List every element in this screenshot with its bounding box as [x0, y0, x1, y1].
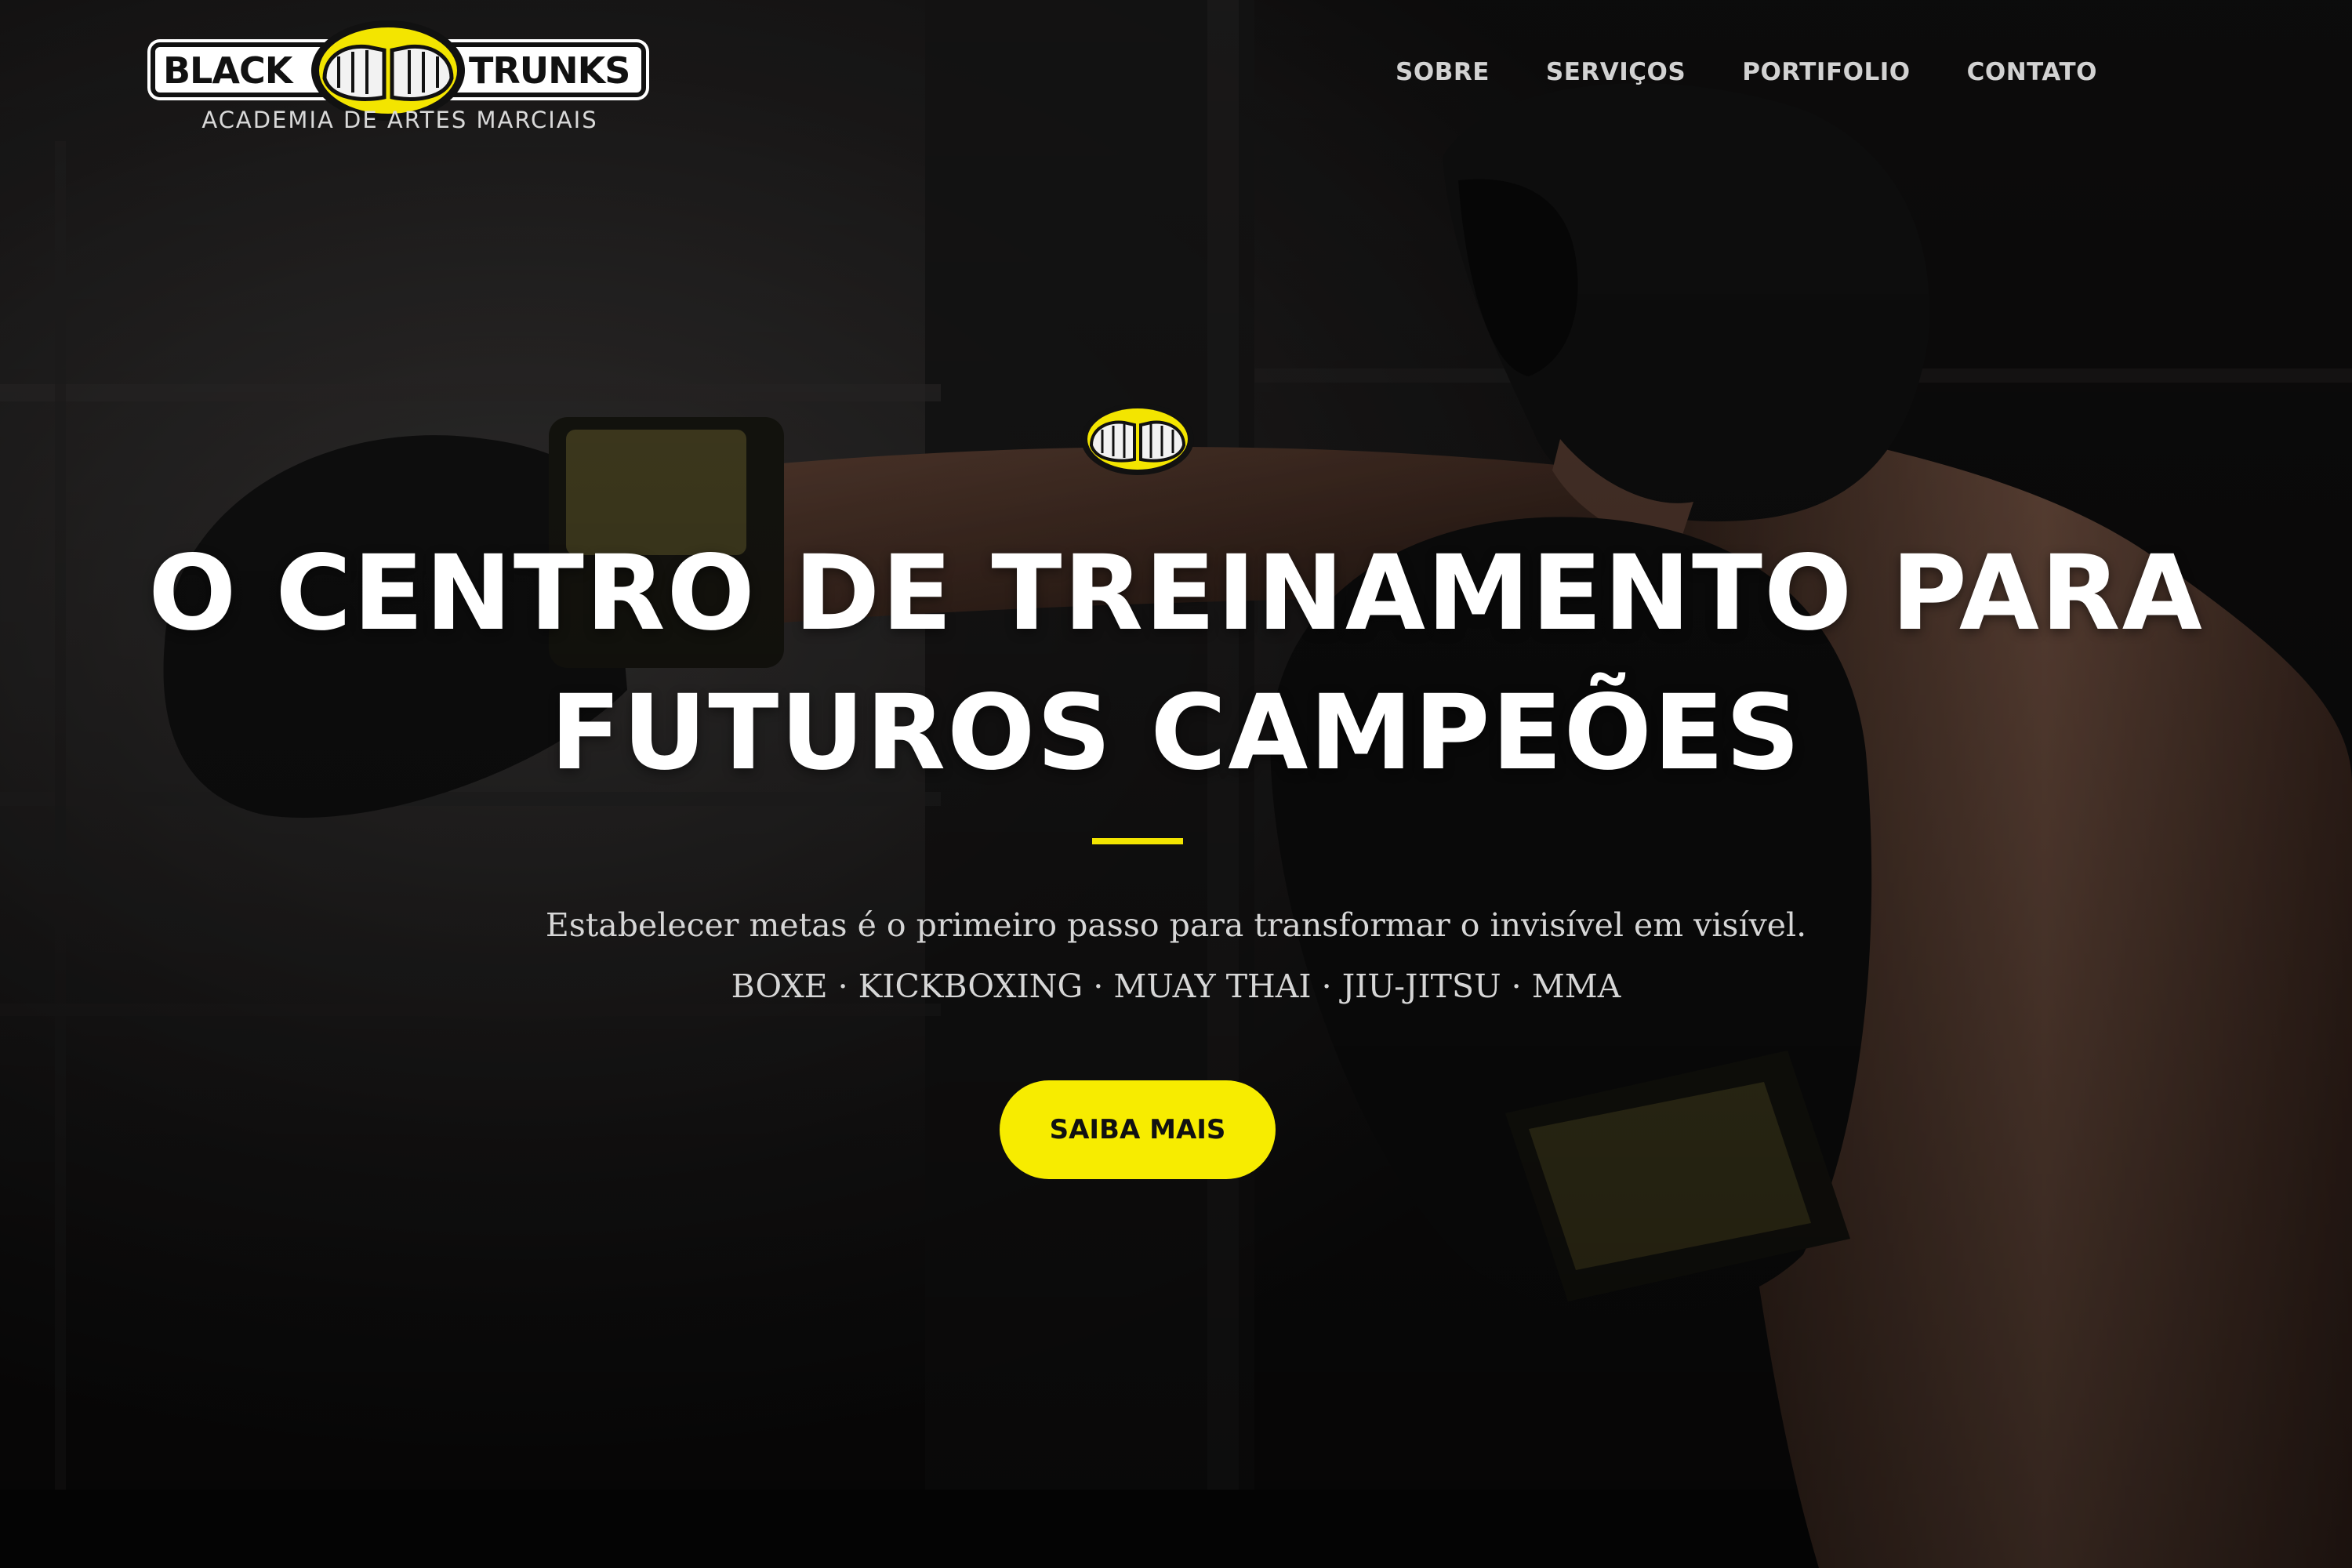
nav-item-sobre[interactable]: SOBRE [1396, 58, 1490, 86]
hero-title-line-2: FUTUROS CAMPEÕES [550, 673, 1802, 793]
main-nav: SOBRE SERVIÇOS PORTIFOLIO CONTATO [1396, 58, 2097, 86]
title-divider [1092, 838, 1183, 844]
hero-title: O CENTRO DE TREINAMENTO PARA FUTUROS CAM… [0, 524, 2352, 803]
logo-tagline: ACADEMIA DE ARTES MARCIAIS [201, 107, 598, 133]
logo-word-black: BLACK [163, 49, 292, 92]
hero-subtitle: Estabelecer metas é o primeiro passo par… [0, 895, 2352, 1017]
nav-item-portifolio[interactable]: PORTIFOLIO [1742, 58, 1910, 86]
hero-subtitle-line-2: BOXE · KICKBOXING · MUAY THAI · JIU-JITS… [731, 967, 1621, 1005]
hero-fist-emblem-icon [1079, 400, 1196, 478]
saiba-mais-button[interactable]: SAIBA MAIS [1000, 1080, 1276, 1179]
nav-item-contato[interactable]: CONTATO [1967, 58, 2097, 86]
landing-page: BLACK TRUNKS ACADEMIA DE ARTES MARCIAIS … [0, 0, 2352, 1568]
logo-word-trunks: TRUNKS [469, 49, 630, 92]
hero-subtitle-line-1: Estabelecer metas é o primeiro passo par… [545, 906, 1807, 944]
hero-title-line-1: O CENTRO DE TREINAMENTO PARA [148, 533, 2204, 654]
nav-item-servicos[interactable]: SERVIÇOS [1546, 58, 1686, 86]
brand-logo[interactable]: BLACK TRUNKS ACADEMIA DE ARTES MARCIAIS [149, 16, 651, 141]
